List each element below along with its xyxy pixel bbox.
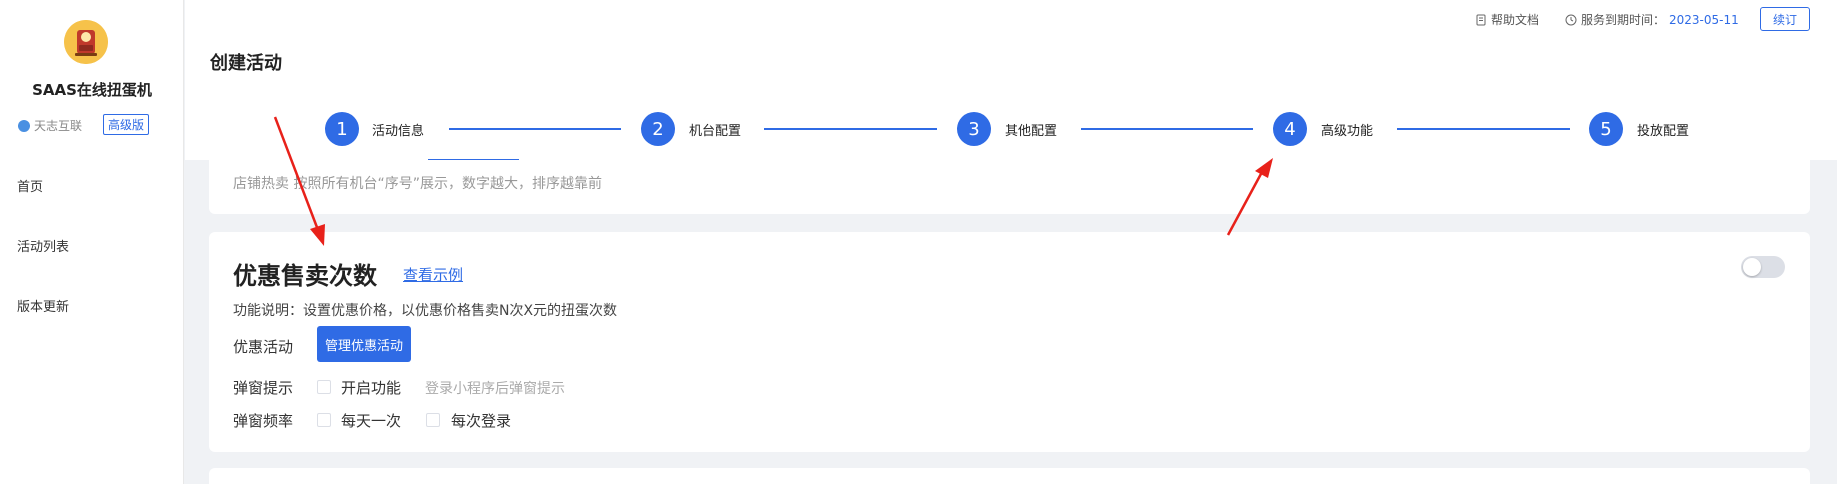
discount-feature-card: 优惠售卖次数 查看示例 功能说明：设置优惠价格，以优惠价格售卖N次X元的扭蛋次数… — [209, 232, 1810, 452]
step-5-number[interactable]: 5 — [1589, 112, 1623, 146]
company-icon — [18, 119, 30, 132]
next-card — [209, 468, 1810, 484]
sidebar: SAAS在线扭蛋机 天志互联 高级版 首页 活动列表 版本更新 — [0, 0, 184, 484]
step-3-number[interactable]: 3 — [957, 112, 991, 146]
popup-hint: 登录小程序后弹窗提示 — [425, 381, 565, 397]
once-daily-label[interactable]: 每天一次 — [341, 410, 401, 431]
service-expiry-label: 服务到期时间： — [1581, 13, 1666, 27]
discount-activity-label: 优惠活动 — [233, 338, 294, 356]
once-daily-checkbox[interactable] — [317, 413, 331, 427]
every-login-checkbox[interactable] — [426, 413, 440, 427]
step-connector — [764, 128, 937, 130]
toggle-knob — [1743, 258, 1761, 276]
tier-badge: 高级版 — [103, 114, 150, 135]
every-login-label[interactable]: 每次登录 — [451, 410, 511, 431]
sidebar-item-activity-list[interactable]: 活动列表 — [17, 236, 69, 255]
page-title: 创建活动 — [210, 53, 282, 74]
company-name: 天志互联 — [34, 119, 83, 133]
step-connector — [1397, 128, 1570, 130]
feature-title: 优惠售卖次数 — [233, 262, 377, 290]
popup-frequency-label: 弹窗频率 — [233, 412, 294, 430]
help-doc-link[interactable]: 帮助文档 — [1475, 11, 1539, 28]
step-connector — [1081, 128, 1253, 130]
service-expiry-date: 2023-05-11 — [1669, 12, 1739, 27]
help-doc-label: 帮助文档 — [1491, 13, 1540, 27]
enable-popup-checkbox[interactable] — [317, 380, 331, 394]
step-1-label[interactable]: 活动信息 — [372, 120, 424, 139]
company-info: 天志互联 — [18, 117, 82, 134]
feature-description: 功能说明：设置优惠价格，以优惠价格售卖N次X元的扭蛋次数 — [233, 303, 618, 319]
brand-name: SAAS在线扭蛋机 — [32, 81, 152, 99]
renew-button[interactable]: 续订 — [1760, 7, 1810, 31]
sidebar-item-home[interactable]: 首页 — [17, 176, 43, 195]
step-5-label[interactable]: 投放配置 — [1637, 120, 1689, 139]
service-expiry: 服务到期时间： 2023-05-11 — [1565, 11, 1739, 28]
hot-sale-card: 店铺热卖 按照所有机台“序号”展示，数字越大，排序越靠前 — [209, 160, 1810, 214]
step-4-number[interactable]: 4 — [1273, 112, 1307, 146]
step-2-label[interactable]: 机台配置 — [689, 120, 741, 139]
view-example-link[interactable]: 查看示例 — [403, 264, 463, 285]
step-2-number[interactable]: 2 — [641, 112, 675, 146]
sidebar-item-version-updates[interactable]: 版本更新 — [17, 296, 69, 315]
brand-logo — [64, 20, 108, 64]
manage-discount-button[interactable]: 管理优惠活动 — [317, 326, 411, 362]
enable-popup-label[interactable]: 开启功能 — [341, 377, 401, 398]
step-1-number[interactable]: 1 — [325, 112, 359, 146]
step-4-label[interactable]: 高级功能 — [1321, 120, 1373, 139]
step-connector — [449, 128, 621, 130]
gashapon-logo-icon — [64, 20, 108, 64]
clock-icon — [1565, 14, 1577, 25]
hot-sale-note: 店铺热卖 按照所有机台“序号”展示，数字越大，排序越靠前 — [233, 176, 602, 192]
step-3-label[interactable]: 其他配置 — [1005, 120, 1057, 139]
popup-tip-label: 弹窗提示 — [233, 379, 294, 397]
document-icon — [1476, 14, 1486, 25]
feature-toggle[interactable] — [1741, 256, 1785, 278]
